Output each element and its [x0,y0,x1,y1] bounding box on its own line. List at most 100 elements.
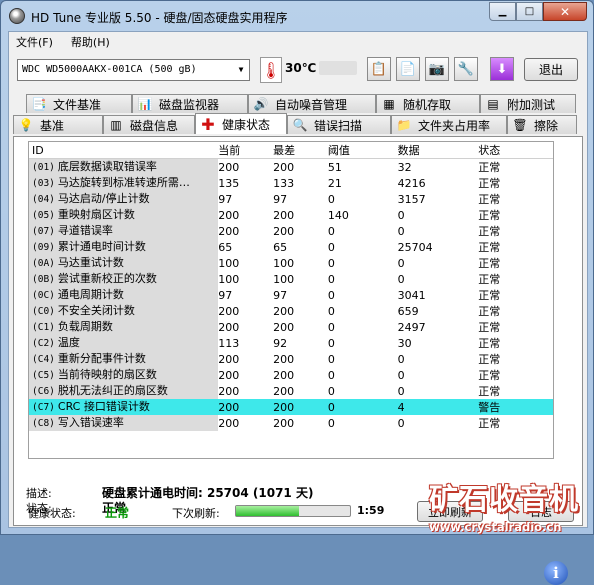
menu-help[interactable]: 帮助(H) [71,34,110,50]
attribute-name: 负载周期数 [57,320,113,333]
minimize-icon: ▁ [498,6,507,17]
cell-current: 200 [218,400,240,414]
cell-status: 正常 [478,225,501,238]
attribute-code: (04) [32,194,55,205]
cell-status: 正常 [478,305,501,318]
tab-label: 自动噪音管理 [275,97,348,112]
cell-status: 正常 [478,321,501,334]
maximize-button[interactable]: □ [516,2,543,21]
col-header-current[interactable]: 当前 [218,142,273,158]
client-area: 文件(F) 帮助(H) WDC WD5000AAKX-001CA (500 gB… [8,31,588,585]
cell-data: 3157 [397,192,426,206]
save-button[interactable]: ⬇ [490,57,514,81]
attribute-name: 写入错误速率 [57,416,124,429]
table-header: ID 当前 最差 阈值 数据 状态 [29,142,553,159]
col-header-threshold[interactable]: 阈值 [328,142,398,158]
cell-threshold: 0 [327,288,335,302]
col-header-data[interactable]: 数据 [398,142,479,158]
table-row[interactable]: (C6) 脱机无法纠正的扇区数 200 200 0 0 正常 [29,383,553,399]
disk-monitor-icon: 📊 [137,97,153,111]
cell-threshold: 0 [327,368,335,382]
title-bar[interactable]: HD Tune 专业版 5.50 - 硬盘/固态硬盘实用程序 ▁ □ ✕ [1,1,593,31]
temperature-readout: 30℃ [285,61,317,75]
table-row[interactable]: (04) 马达启动/停止计数 97 97 0 3157 正常 [29,191,553,207]
screenshot-button[interactable]: 📷 [425,57,449,81]
refresh-countdown: 1:59 [357,504,385,517]
options-button[interactable]: 🔧 [454,57,478,81]
cell-worst: 200 [273,208,295,222]
close-button[interactable]: ✕ [543,2,587,21]
smart-table[interactable]: ID 当前 最差 阈值 数据 状态 (01) 底层数据读取错误率 200 200 51 3… [28,141,554,459]
cell-data: 0 [397,384,405,398]
tab-aam[interactable]: 🔊 自动噪音管理 [248,94,376,113]
attribute-code: (C4) [32,354,55,365]
cell-attribute: (C8) 写入错误速率 [29,415,219,431]
col-header-worst[interactable]: 最差 [273,142,328,158]
cell-attribute: (C5) 当前待映射的扇区数 [29,367,219,383]
table-row[interactable]: (C5) 当前待映射的扇区数 200 200 0 0 正常 [29,367,553,383]
random-access-icon: ▦ [383,97,395,111]
drive-select[interactable]: WDC WD5000AAKX-001CA (500 gB) ▼ [17,59,250,81]
tab-disk-monitor[interactable]: 📊 磁盘监视器 [132,94,248,113]
tab-health[interactable]: ✚ 健康状态 [195,113,287,134]
cell-worst: 200 [273,224,295,238]
attribute-code: (01) [32,162,55,173]
attribute-code: (C0) [32,306,55,317]
attribute-name: 尝试重新校正的次数 [57,272,157,285]
cell-attribute: (09) 累计通电时间计数 [29,239,219,255]
cell-status: 警告 [478,401,501,414]
close-icon: ✕ [559,4,571,19]
tab-benchmark[interactable]: 💡 基准 [13,115,103,134]
attribute-name: 温度 [57,336,80,349]
tab-extra-tests[interactable]: ▤ 附加测试 [480,94,576,113]
cell-current: 113 [218,336,240,350]
table-row[interactable]: (C2) 温度 113 92 0 30 正常 [29,335,553,351]
exit-button[interactable]: 退出 [524,58,578,81]
tab-disk-info[interactable]: ▥ 磁盘信息 [103,115,195,134]
info-icon[interactable]: i [544,561,568,585]
tab-label: 错误扫描 [314,118,363,133]
copy-info-button[interactable]: 📋 [367,57,391,81]
copy-text-button[interactable]: 📄 [396,57,420,81]
log-button[interactable]: 日志 [508,501,574,522]
menu-file[interactable]: 文件(F) [16,34,53,50]
tab-label: 磁盘信息 [130,118,179,133]
table-row[interactable]: (C8) 写入错误速率 200 200 0 0 正常 [29,415,553,431]
table-row[interactable]: (07) 寻道错误率 200 200 0 0 正常 [29,223,553,239]
table-row[interactable]: (C7) CRC 接口错误计数 200 200 0 4 警告 [29,399,553,415]
attribute-name: 累计通电时间计数 [57,240,146,253]
table-row[interactable]: (C1) 负载周期数 200 200 0 2497 正常 [29,319,553,335]
minimize-button[interactable]: ▁ [489,2,516,21]
tab-folder-usage[interactable]: 📁 文件夹占用率 [391,115,507,134]
table-row[interactable]: (0C) 通电周期计数 97 97 0 3041 正常 [29,287,553,303]
table-row[interactable]: (0A) 马达重试计数 100 100 0 0 正常 [29,255,553,271]
table-row[interactable]: (0B) 尝试重新校正的次数 100 100 0 0 正常 [29,271,553,287]
col-header-status[interactable]: 状态 [478,142,553,158]
cell-attribute: (01) 底层数据读取错误率 [29,159,219,175]
attribute-code: (C1) [32,322,55,333]
cell-worst: 200 [273,368,295,382]
table-row[interactable]: (03) 马达旋转到标准转速所需… 135 133 21 4216 正常 [29,175,553,191]
refresh-now-button[interactable]: 立即刷新 [417,501,483,522]
cell-current: 200 [218,160,240,174]
attribute-code: (C2) [32,338,55,349]
dropdown-arrow-icon[interactable]: ▼ [233,60,249,80]
cell-current: 100 [218,272,240,286]
table-row[interactable]: (C0) 不安全关闭计数 200 200 0 659 正常 [29,303,553,319]
tab-error-scan[interactable]: 🔍 错误扫描 [287,115,391,134]
benchmark-icon: 💡 [18,118,34,132]
table-row[interactable]: (C4) 重新分配事件计数 200 200 0 0 正常 [29,351,553,367]
table-row[interactable]: (01) 底层数据读取错误率 200 200 51 32 正常 [29,159,553,175]
col-header-id[interactable]: ID [29,144,218,157]
table-row[interactable]: (09) 累计通电时间计数 65 65 0 25704 正常 [29,239,553,255]
tab-random-access[interactable]: ▦ 随机存取 [376,94,480,113]
attribute-code: (C7) [32,402,55,413]
table-row[interactable]: (05) 重映射扇区计数 200 200 140 0 正常 [29,207,553,223]
cell-data: 0 [397,416,405,430]
cell-threshold: 0 [327,400,335,414]
cell-status: 正常 [478,273,501,286]
tab-file-benchmark[interactable]: 📑 文件基准 [26,94,132,113]
tab-label: 擦除 [534,118,559,133]
cell-threshold: 0 [327,384,335,398]
tab-erase[interactable]: 🗑 擦除 [507,115,577,134]
